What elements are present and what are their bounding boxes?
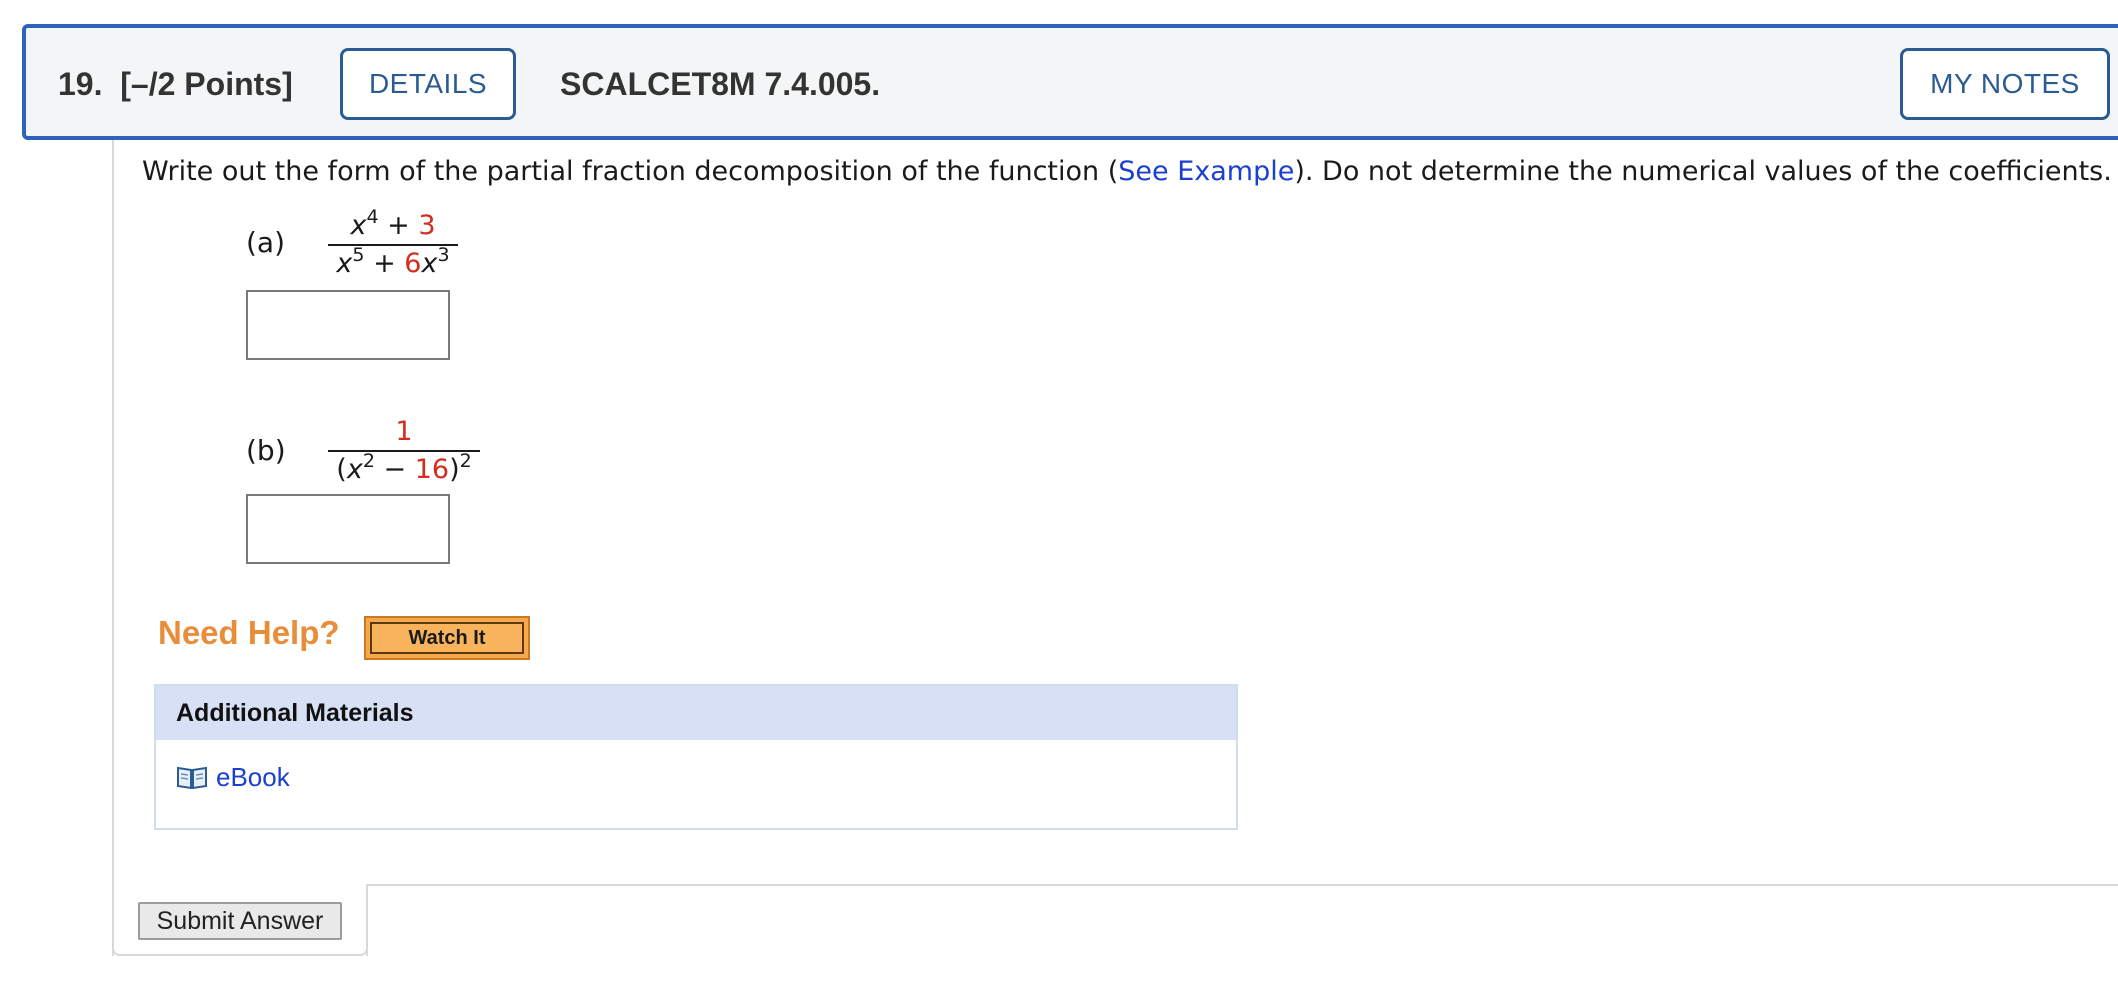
watch-it-button[interactable]: Watch It: [364, 616, 530, 660]
question-id: SCALCET8M 7.4.005.: [560, 66, 881, 102]
submit-divider: [366, 884, 2118, 886]
need-help-label: Need Help?: [158, 614, 340, 651]
part-b-fraction: 1 (x2 − 16)2: [328, 416, 480, 486]
fraction-bar: [328, 450, 480, 452]
ebook-label: eBook: [216, 762, 290, 792]
watch-it-label: Watch It: [370, 622, 524, 654]
additional-materials-title: Additional Materials: [156, 686, 1236, 740]
see-example-link[interactable]: See Example: [1118, 156, 1294, 187]
prompt-text-start: Write out the form of the partial fracti…: [142, 156, 1119, 187]
prompt-text-end: ). Do not determine the numerical values…: [1294, 156, 2112, 187]
part-a-numerator: x4 + 3: [350, 206, 436, 242]
part-a-denominator: x5 + 6x3: [336, 244, 450, 280]
question-prompt: Write out the form of the partial fracti…: [142, 156, 2112, 187]
submit-divider-vertical: [366, 884, 368, 956]
part-b-denominator: (x2 − 16)2: [336, 450, 472, 486]
book-icon: [177, 766, 207, 789]
question-page: 19. [–/2 Points] DETAILS SCALCET8M 7.4.0…: [0, 0, 2118, 984]
part-a-answer-input[interactable]: [246, 290, 450, 360]
question-number-points: 19. [–/2 Points]: [58, 66, 293, 103]
part-b-answer-input[interactable]: [246, 494, 450, 564]
part-a-label: (a): [246, 226, 286, 259]
additional-materials-panel: Additional Materials eBook: [154, 684, 1238, 830]
question-number: 19.: [58, 66, 103, 102]
points-label: [–/2 Points]: [120, 66, 293, 102]
part-b-numerator: 1: [395, 416, 413, 447]
question-header: 19. [–/2 Points] DETAILS SCALCET8M 7.4.0…: [22, 24, 2118, 140]
ebook-link[interactable]: eBook: [176, 762, 290, 793]
my-notes-button[interactable]: MY NOTES: [1900, 48, 2110, 120]
details-button[interactable]: DETAILS: [340, 48, 516, 120]
panel-border-left: [112, 140, 114, 956]
part-a-fraction: x4 + 3 x5 + 6x3: [328, 206, 458, 280]
part-b-label: (b): [246, 434, 286, 467]
submit-answer-button[interactable]: Submit Answer: [138, 902, 342, 940]
